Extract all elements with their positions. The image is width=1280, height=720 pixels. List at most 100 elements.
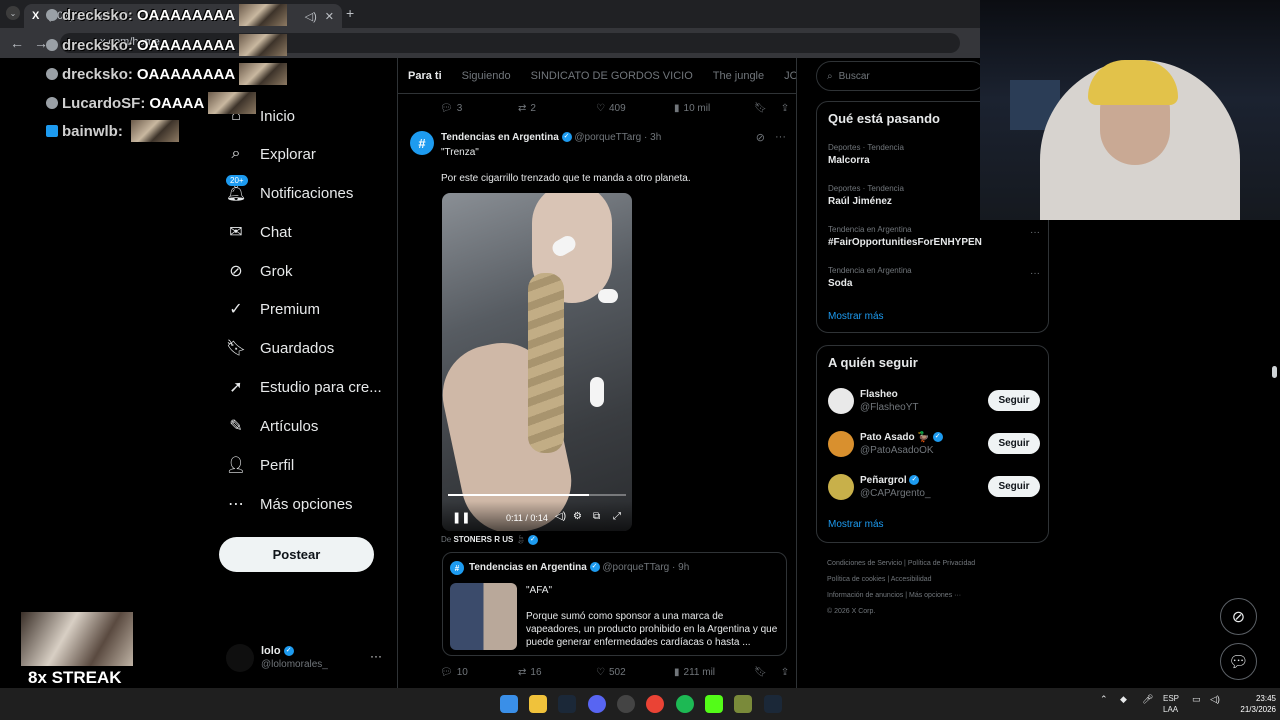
- tab-the-jungle[interactable]: The jungle: [713, 70, 764, 82]
- footer-link[interactable]: Accesibilidad: [891, 576, 932, 583]
- back-icon[interactable]: ←: [10, 35, 24, 51]
- views-button[interactable]: ▮ 211 mil: [674, 667, 754, 678]
- repost-button[interactable]: ⇄ 2: [518, 103, 596, 114]
- reply-button[interactable]: 💬︎ 3: [440, 103, 518, 114]
- file-explorer-icon[interactable]: [529, 695, 547, 713]
- trend-category: Tendencia en Argentina: [828, 266, 912, 275]
- account-switcher[interactable]: lolo ✓ @lolomorales_ ···: [226, 640, 386, 676]
- network-icon[interactable]: ▭: [1192, 694, 1201, 705]
- steam-icon[interactable]: [558, 695, 576, 713]
- bookmark-icon[interactable]: 🔖︎: [754, 667, 767, 678]
- search-input[interactable]: ⌕ Buscar: [816, 61, 986, 91]
- grok-icon[interactable]: ⊘: [756, 131, 765, 144]
- video-progress-bar[interactable]: [448, 494, 626, 496]
- tab-sindicato-de-gordos-vicio[interactable]: SINDICATO DE GORDOS VICIO: [531, 70, 693, 82]
- post-button[interactable]: Postear: [219, 537, 374, 572]
- follow-button[interactable]: Seguir: [988, 476, 1040, 497]
- grok-fab-icon[interactable]: ⊘: [1220, 598, 1257, 635]
- tab-para-ti[interactable]: Para ti: [408, 70, 442, 82]
- volume-icon[interactable]: ◁): [1210, 694, 1220, 705]
- footer-link[interactable]: Información de anuncios: [827, 592, 903, 599]
- follow-button[interactable]: Seguir: [988, 390, 1040, 411]
- discord-icon[interactable]: [588, 695, 606, 713]
- sidebar-item-bookmark[interactable]: 🔖︎ Guardados: [226, 333, 334, 363]
- chat-username: drecksko:: [62, 36, 133, 54]
- footer-link[interactable]: Condiciones de Servicio: [827, 560, 902, 567]
- show-more-link[interactable]: Mostrar más: [828, 311, 884, 322]
- post-author[interactable]: Tendencias en Argentina: [441, 132, 559, 143]
- volume-icon[interactable]: ◁): [555, 511, 566, 522]
- sidebar-item-rocket[interactable]: ➚ Estudio para cre...: [226, 372, 381, 402]
- repost-icon: ⇄: [518, 102, 527, 114]
- chat-emote: [130, 120, 179, 142]
- follow-button[interactable]: Seguir: [988, 433, 1040, 454]
- settings-icon[interactable]: ⚙: [573, 511, 582, 522]
- more-icon[interactable]: ···: [1030, 227, 1040, 238]
- post-time[interactable]: 3h: [650, 132, 661, 143]
- clock[interactable]: 23:45 21/3/2026: [1228, 693, 1276, 715]
- trends-title: Qué está pasando: [828, 111, 940, 126]
- bookmark-icon[interactable]: 🔖︎: [754, 103, 767, 114]
- kick-icon[interactable]: [705, 695, 723, 713]
- chrome-icon[interactable]: [646, 695, 664, 713]
- reply-button[interactable]: 💬︎ 10: [440, 667, 518, 678]
- language-indicator[interactable]: ESP LAA: [1163, 693, 1179, 715]
- avatar[interactable]: [828, 474, 854, 500]
- follow-suggestion[interactable]: Flasheo @FlasheoYT Seguir: [828, 386, 1040, 416]
- scrollbar[interactable]: [1272, 366, 1277, 378]
- sidebar-item-article[interactable]: ✎ Artículos: [226, 411, 318, 441]
- more-icon[interactable]: ···: [1030, 268, 1040, 279]
- source-name[interactable]: STONERS R US: [453, 535, 513, 544]
- share-icon[interactable]: ⇪: [781, 667, 789, 678]
- app-icon[interactable]: [734, 695, 752, 713]
- fullscreen-icon[interactable]: ⤢: [613, 511, 621, 522]
- footer-link[interactable]: Política de cookies: [827, 576, 885, 583]
- sidebar-item-mail[interactable]: ✉ Chat: [226, 217, 291, 247]
- sidebar-item-search[interactable]: ⌕ Explorar: [226, 139, 316, 169]
- new-tab-button[interactable]: +: [346, 5, 354, 21]
- sidebar-item-bell[interactable]: 🔔︎ 20+ Notificaciones: [226, 175, 353, 208]
- trend-item[interactable]: Tendencia en Argentina Soda ···: [828, 266, 1040, 289]
- show-more-link[interactable]: Mostrar más: [828, 519, 884, 530]
- sidebar-item-more-circle[interactable]: ⋯ Más opciones: [226, 489, 353, 519]
- speaker-icon[interactable]: ◁): [305, 10, 317, 23]
- tab-siguiendo[interactable]: Siguiendo: [462, 70, 511, 82]
- start-icon[interactable]: [500, 695, 518, 713]
- obs-icon[interactable]: [617, 695, 635, 713]
- tray-app-icon[interactable]: ◆: [1120, 694, 1127, 705]
- video-player[interactable]: ❚❚ 0:11 / 0:14 ◁) ⚙ ⧉ ⤢: [442, 193, 632, 531]
- more-icon[interactable]: ···: [370, 649, 382, 663]
- tray-chevron-icon[interactable]: ⌃: [1100, 694, 1108, 705]
- close-tab-icon[interactable]: ✕: [325, 10, 334, 23]
- like-button[interactable]: ♡ 502: [596, 667, 674, 678]
- sidebar-item-person[interactable]: 👤︎ Perfil: [226, 450, 294, 480]
- hashtag-avatar-icon[interactable]: #: [410, 131, 434, 155]
- footer-link[interactable]: Política de Privacidad: [908, 560, 975, 567]
- repost-button[interactable]: ⇄ 16: [518, 667, 596, 678]
- quoted-post[interactable]: # Tendencias en Argentina ✓ @porqueTTarg…: [442, 552, 787, 656]
- sidebar-item-label: Premium: [260, 300, 321, 318]
- quote-handle: @porqueTTarg: [602, 562, 670, 573]
- steam-icon[interactable]: [764, 695, 782, 713]
- pip-icon[interactable]: ⧉: [593, 511, 600, 522]
- tab-search-icon[interactable]: ⌄: [6, 6, 20, 20]
- quote-author: Tendencias en Argentina: [469, 562, 587, 573]
- spotify-icon[interactable]: [676, 695, 694, 713]
- more-icon[interactable]: ···: [775, 131, 786, 144]
- sidebar-item-grok[interactable]: ⊘ Grok: [226, 256, 292, 286]
- views-button[interactable]: ▮ 10 mil: [674, 103, 754, 114]
- follow-suggestion[interactable]: Pato Asado 🦆 ✓ @PatoAsadoOK Seguir: [828, 429, 1040, 459]
- like-button[interactable]: ♡ 409: [596, 103, 674, 114]
- follow-suggestion[interactable]: Peñargrol ✓ @CAPArgento_ Seguir: [828, 472, 1040, 502]
- share-icon[interactable]: ⇪: [781, 103, 789, 114]
- trend-item[interactable]: Tendencia en Argentina #FairOpportunities…: [828, 225, 1040, 248]
- sidebar-item-verified[interactable]: ✓ Premium: [226, 294, 320, 324]
- avatar[interactable]: [828, 431, 854, 457]
- avatar[interactable]: [828, 388, 854, 414]
- footer-link[interactable]: Más opciones ···: [909, 592, 961, 599]
- post-handle[interactable]: @porqueTTarg: [574, 132, 641, 143]
- mic-icon[interactable]: 🎤︎: [1142, 694, 1153, 705]
- tab-joseo[interactable]: JOSEO: [784, 70, 796, 82]
- pause-icon[interactable]: ❚❚: [452, 511, 470, 524]
- messages-fab-icon[interactable]: 💬︎: [1220, 643, 1257, 680]
